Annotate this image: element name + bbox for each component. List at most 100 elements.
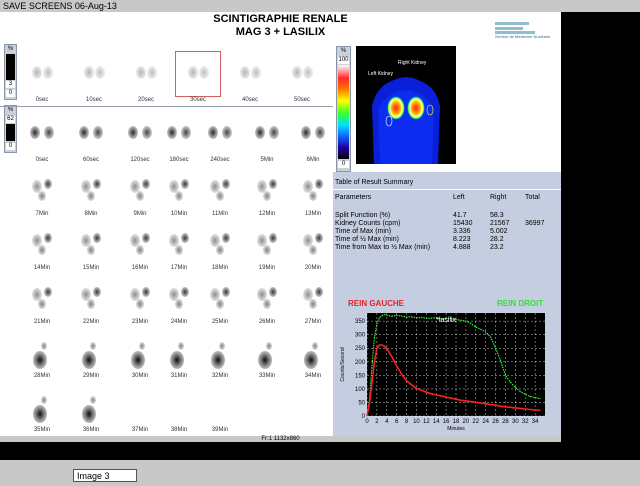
frame-thumbnail[interactable]: 9Min [118, 166, 162, 217]
frame-thumbnail[interactable]: 21Min [20, 274, 64, 325]
chart-point [420, 389, 422, 391]
frame-thumbnail[interactable]: 120sec [118, 112, 162, 163]
frame-thumbnail[interactable]: 33Min [245, 328, 289, 379]
x-tick-label: 30 [512, 419, 519, 425]
frame-thumbnail[interactable]: 32Min [198, 328, 242, 379]
frame-thumbnail[interactable]: 39Min [198, 382, 242, 433]
frame-thumbnail[interactable]: 25Min [198, 274, 242, 325]
chart-point [529, 408, 531, 410]
chart-point [460, 399, 462, 401]
chart-point [485, 331, 487, 333]
frame-thumbnail[interactable]: 6Min [291, 112, 335, 163]
color-scale[interactable]: % 100 0 [336, 46, 351, 172]
frame-thumbnail[interactable]: 10Min [157, 166, 201, 217]
frame-thumbnail[interactable]: 14Min [20, 220, 64, 271]
y-tick-label: 300 [355, 333, 366, 339]
frame-thumbnail[interactable]: 60sec [69, 112, 113, 163]
frame-time-label: 39Min [211, 427, 229, 433]
chart-point [460, 319, 462, 321]
chart-point [396, 365, 398, 367]
frame-thumbnail[interactable]: 0sec [20, 112, 64, 163]
frame-thumbnail[interactable]: 35Min [20, 382, 64, 433]
frame-thumbnail[interactable]: 29Min [69, 328, 113, 379]
frame-thumbnail[interactable]: 27Min [291, 274, 335, 325]
chart-point [470, 322, 472, 324]
chart-point [376, 323, 378, 325]
frame-thumbnail[interactable]: 36Min [69, 382, 113, 433]
color-scale-min[interactable]: 0 [338, 161, 349, 168]
chart-point [480, 402, 482, 404]
frame-thumbnail[interactable]: 5Min [245, 112, 289, 163]
y-axis-label: Counts/Second [340, 347, 346, 381]
frame-thumbnail[interactable]: 15Min [69, 220, 113, 271]
frame-thumbnail[interactable]: 20Min [291, 220, 335, 271]
frame-thumbnail[interactable]: 10sec [72, 52, 116, 103]
frame-thumbnail[interactable]: 18Min [198, 220, 242, 271]
frame-thumbnail[interactable]: 37Min [118, 382, 162, 433]
chart-point [430, 393, 432, 395]
frame-thumbnail[interactable]: 17Min [157, 220, 201, 271]
window-title: SAVE SCREENS 06-Aug-13 [3, 1, 117, 11]
frame-thumbnail[interactable]: 23Min [118, 274, 162, 325]
results-cell: Parameters [335, 194, 372, 201]
chart-point [480, 328, 482, 330]
frame-thumbnail[interactable]: 26Min [245, 274, 289, 325]
frame-thumbnail[interactable]: 50sec [280, 52, 324, 103]
chart-point [381, 344, 383, 346]
chart-point [534, 409, 536, 411]
frame-thumbnail[interactable]: 34Min [291, 328, 335, 379]
results-cell: 4.888 [453, 244, 471, 251]
results-cell: 8.223 [453, 236, 471, 243]
frame-time-label: 180sec [169, 157, 189, 163]
frame-time-label: 36Min [82, 427, 100, 433]
frame-thumbnail[interactable]: 180sec [157, 112, 201, 163]
chart-point [504, 374, 506, 376]
frame-time-label: 17Min [170, 265, 188, 271]
frame-thumbnail[interactable]: 16Min [118, 220, 162, 271]
frame-time-label: 13Min [304, 211, 322, 217]
results-cell: 21567 [490, 220, 510, 227]
frame-time-label: 23Min [131, 319, 149, 325]
frame-info: Fr:1 1132x860 [261, 436, 300, 442]
frame-time-label: 25Min [211, 319, 229, 325]
frame-time-label: 31Min [170, 373, 188, 379]
x-tick-label: 4 [385, 419, 389, 425]
results-cell: Split Function (%) [335, 212, 391, 219]
frame-thumbnail[interactable]: 30sec [175, 51, 221, 103]
frame-thumbnail[interactable]: 31Min [157, 328, 201, 379]
y-tick-label: 150 [355, 373, 366, 379]
chart-point [378, 344, 380, 346]
frame-thumbnail[interactable]: 13Min [291, 166, 335, 217]
frame-thumbnail[interactable]: 0sec [20, 52, 64, 103]
side-panel [561, 12, 640, 442]
renogram-chart[interactable]: 0501001502002503003500 2 4 6 8 10 12 14 16 18 20 22… [335, 310, 557, 436]
frame-thumbnail[interactable]: 24Min [157, 274, 201, 325]
roi-image[interactable]: Right Kidney Left Kidney [356, 46, 456, 164]
frame-thumbnail[interactable]: 240sec [198, 112, 242, 163]
frame-thumbnail[interactable]: 40sec [228, 52, 272, 103]
chart-point [500, 405, 501, 407]
frame-thumbnail[interactable]: 12Min [245, 166, 289, 217]
x-tick-label: 16 [443, 419, 450, 425]
chart-point [539, 409, 541, 411]
chart-point [440, 395, 442, 397]
frame-thumbnail[interactable]: 30Min [118, 328, 162, 379]
frame-thumbnail[interactable]: 7Min [20, 166, 64, 217]
frame-thumbnail[interactable]: 8Min [69, 166, 113, 217]
frame-thumbnail[interactable]: 20sec [124, 52, 168, 103]
color-scale-max[interactable]: 100 [338, 57, 349, 64]
chart-point [415, 317, 417, 319]
frame-time-label: 27Min [304, 319, 322, 325]
chart-point [396, 314, 398, 316]
x-tick-label: 10 [413, 419, 420, 425]
right-kidney-legend: REIN DROIT [497, 299, 544, 308]
frame-thumbnail[interactable]: 38Min [157, 382, 201, 433]
results-cell: 28.2 [490, 236, 504, 243]
frame-thumbnail[interactable]: 11Min [198, 166, 242, 217]
x-tick-label: 20 [463, 419, 470, 425]
frame-thumbnail[interactable]: 28Min [20, 328, 64, 379]
color-gradient [338, 65, 349, 159]
frame-thumbnail[interactable]: 22Min [69, 274, 113, 325]
frame-thumbnail[interactable]: 19Min [245, 220, 289, 271]
image-selector[interactable]: Image 3 [73, 469, 137, 482]
